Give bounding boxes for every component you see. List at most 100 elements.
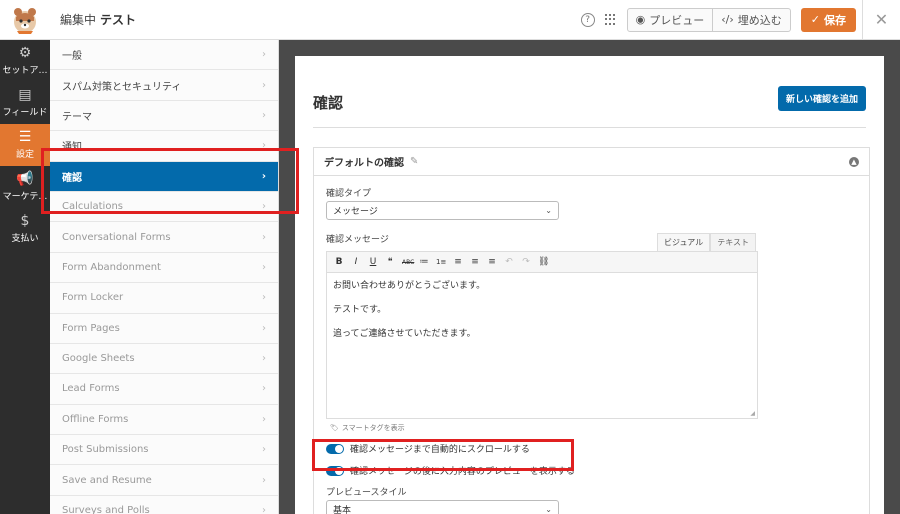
preview-toggle[interactable]: [326, 465, 344, 476]
undo-icon[interactable]: ↶: [504, 257, 514, 267]
fields-icon: ▤: [18, 87, 32, 103]
link-icon[interactable]: ⛓: [538, 257, 549, 267]
confirmations-card: 確認 新しい確認を追加 デフォルトの確認 ✎ ▲ 確認タイプ メッセージ ⌄ 確…: [295, 56, 884, 514]
item-label: Calculations: [62, 201, 123, 213]
item-label: Save and Resume: [62, 474, 152, 486]
bold-icon[interactable]: B: [334, 257, 344, 267]
editing-prefix: 編集中: [60, 13, 97, 27]
nav-label: 支払い: [11, 234, 39, 244]
settings-item-offline-forms[interactable]: Offline Forms ›: [50, 404, 278, 436]
nav-settings[interactable]: ☰ 設定: [0, 124, 50, 166]
wpforms-logo[interactable]: [0, 0, 50, 40]
page-title: 編集中 テスト: [60, 11, 136, 28]
embed-label: 埋め込む: [737, 13, 782, 27]
settings-item-confirmations[interactable]: 確認 ›: [50, 161, 278, 192]
nav-setup[interactable]: ⚙ セットア…: [0, 40, 50, 82]
confirmation-type-select[interactable]: メッセージ ⌄: [326, 201, 559, 220]
scroll-toggle[interactable]: [326, 443, 344, 454]
settings-item-calculations[interactable]: Calculations ›: [50, 191, 278, 223]
eye-icon: ◉: [635, 13, 646, 26]
section-header: 確認 新しい確認を追加: [313, 80, 866, 128]
main-area: 確認 新しい確認を追加 デフォルトの確認 ✎ ▲ 確認タイプ メッセージ ⌄ 確…: [279, 40, 900, 514]
settings-item-google-sheets[interactable]: Google Sheets ›: [50, 343, 278, 375]
settings-item-general[interactable]: 一般 ›: [50, 40, 278, 71]
nav-marketing[interactable]: 📢 マーケテ…: [0, 166, 50, 208]
tab-visual[interactable]: ビジュアル: [657, 233, 711, 252]
settings-item-form-abandonment[interactable]: Form Abandonment ›: [50, 252, 278, 284]
nav-label: フィールド: [2, 108, 48, 118]
top-bar: 編集中 テスト ? ◉ プレビュー ‹/› 埋め込む ✓ 保存 ✕: [0, 0, 900, 40]
chevron-right-icon: ›: [262, 413, 266, 425]
pencil-icon[interactable]: ✎: [410, 156, 418, 167]
chevron-right-icon: ›: [262, 109, 266, 121]
settings-item-post-submissions[interactable]: Post Submissions ›: [50, 435, 278, 466]
align-center-icon[interactable]: ≡: [470, 257, 480, 267]
embed-button[interactable]: ‹/› 埋め込む: [712, 8, 790, 31]
item-label: Form Pages: [62, 322, 120, 334]
message-label: 確認メッセージ: [326, 235, 389, 245]
chevron-right-icon: ›: [262, 322, 266, 334]
strikethrough-icon[interactable]: ABC: [402, 259, 414, 266]
redo-icon[interactable]: ↷: [521, 257, 531, 267]
item-label: 一般: [62, 51, 82, 63]
settings-item-save-resume[interactable]: Save and Resume ›: [50, 465, 278, 496]
item-label: 確認: [62, 172, 82, 184]
resize-handle-icon[interactable]: ◢: [750, 410, 755, 417]
settings-item-spam[interactable]: スパム対策とセキュリティ ›: [50, 70, 278, 101]
message-line: 追ってご連絡させていただきます。: [333, 329, 476, 339]
nav-fields[interactable]: ▤ フィールド: [0, 82, 50, 124]
code-icon: ‹/›: [721, 13, 734, 26]
underline-icon[interactable]: U: [368, 257, 378, 267]
nav-label: マーケテ…: [2, 192, 48, 202]
settings-item-conversational-forms[interactable]: Conversational Forms ›: [50, 222, 278, 253]
chevron-down-icon: ⌄: [545, 206, 552, 215]
nav-payments[interactable]: $ 支払い: [0, 208, 50, 250]
scroll-toggle-label: 確認メッセージまで自動的にスクロールする: [350, 445, 530, 455]
settings-item-lead-forms[interactable]: Lead Forms ›: [50, 374, 278, 405]
item-label: テーマ: [62, 111, 92, 123]
preview-button[interactable]: ◉ プレビュー: [628, 9, 713, 31]
collapse-icon[interactable]: ▲: [849, 156, 859, 167]
settings-item-themes[interactable]: テーマ ›: [50, 100, 278, 132]
chevron-right-icon: ›: [262, 231, 266, 243]
settings-item-surveys-polls[interactable]: Surveys and Polls ›: [50, 495, 278, 514]
preview-style-select[interactable]: 基本 ⌄: [326, 500, 559, 514]
editor-content[interactable]: お問い合わせありがとうございます。 テストです。 追ってご連絡させていただきます…: [327, 273, 757, 359]
chevron-right-icon: ›: [262, 261, 266, 273]
chevron-right-icon: ›: [262, 383, 266, 395]
save-button[interactable]: ✓ 保存: [800, 7, 856, 32]
add-confirmation-button[interactable]: 新しい確認を追加: [777, 86, 866, 111]
settings-item-form-locker[interactable]: Form Locker ›: [50, 283, 278, 314]
tab-text[interactable]: テキスト: [710, 233, 756, 252]
preview-label: プレビュー: [649, 13, 705, 27]
form-name: テスト: [100, 13, 137, 27]
settings-item-form-pages[interactable]: Form Pages ›: [50, 313, 278, 344]
scroll-toggle-row[interactable]: 確認メッセージまで自動的にスクロールする: [326, 442, 530, 455]
confirmation-box: デフォルトの確認 ✎ ▲ 確認タイプ メッセージ ⌄ 確認メッセージ ビジュアル…: [313, 147, 870, 514]
preview-toggle-row[interactable]: 確認メッセージの後に入力内容のプレビューを表示する: [326, 464, 575, 477]
dollar-icon: $: [20, 213, 30, 229]
align-left-icon[interactable]: ≡: [453, 257, 463, 267]
tag-icon: 🏷: [330, 424, 339, 432]
message-editor[interactable]: B I U ❝ ABC ≔ 1≡ ≡ ≡ ≡ ↶ ↷ ⛓ お問い合わせありがとう…: [326, 251, 758, 419]
grid-menu-icon[interactable]: [604, 13, 617, 26]
confirmation-box-header[interactable]: デフォルトの確認 ✎ ▲: [314, 148, 869, 176]
item-label: Google Sheets: [62, 353, 135, 365]
item-label: Surveys and Polls: [62, 505, 150, 514]
close-icon[interactable]: ✕: [862, 0, 900, 40]
chevron-right-icon: ›: [262, 140, 266, 152]
preview-style-label: プレビュースタイル: [326, 488, 407, 498]
bullet-list-icon[interactable]: ≔: [419, 257, 429, 267]
chevron-right-icon: ›: [262, 353, 266, 365]
align-right-icon[interactable]: ≡: [487, 257, 497, 267]
numbered-list-icon[interactable]: 1≡: [436, 258, 446, 266]
settings-item-notifications[interactable]: 通知 ›: [50, 131, 278, 162]
italic-icon[interactable]: I: [351, 257, 361, 267]
item-label: Post Submissions: [62, 444, 149, 456]
help-icon[interactable]: ?: [580, 12, 595, 27]
megaphone-icon: 📢: [16, 171, 34, 187]
show-smart-tags-link[interactable]: 🏷 スマートタグを表示: [330, 423, 405, 433]
item-label: Conversational Forms: [62, 231, 171, 243]
blockquote-icon[interactable]: ❝: [385, 257, 395, 267]
confirmation-name: デフォルトの確認: [324, 158, 404, 169]
